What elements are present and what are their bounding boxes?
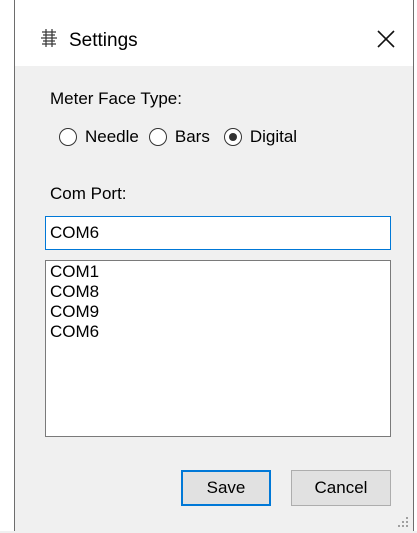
window-title: Settings: [69, 30, 138, 51]
radio-bars-circle: [148, 128, 167, 146]
com-port-label: Com Port:: [50, 184, 127, 203]
close-button[interactable]: [369, 22, 403, 56]
com-port-list[interactable]: COM1 COM8 COM9 COM6: [45, 260, 391, 437]
close-icon: [377, 30, 395, 48]
com-port-input[interactable]: COM6: [45, 216, 391, 250]
radio-selected-dot: [228, 133, 237, 141]
radio-bars[interactable]: Bars: [148, 127, 210, 147]
radio-needle-label: Needle: [85, 127, 139, 146]
background-window-edge: [0, 0, 15, 531]
title-bar[interactable]: Settings: [15, 0, 413, 66]
list-item[interactable]: COM1: [46, 262, 390, 282]
radio-needle[interactable]: Needle: [59, 127, 139, 147]
radio-digital[interactable]: Digital: [223, 127, 298, 147]
radio-bars-label: Bars: [174, 127, 210, 146]
save-button[interactable]: Save: [181, 470, 271, 506]
list-item[interactable]: COM8: [46, 282, 390, 302]
radio-digital-circle: [223, 128, 242, 146]
radio-needle-circle: [59, 128, 77, 146]
meter-face-radio-group: Needle Bars Digital: [59, 127, 307, 147]
cancel-button[interactable]: Cancel: [291, 470, 391, 506]
list-item[interactable]: COM6: [46, 322, 390, 342]
radio-digital-label: Digital: [249, 127, 298, 146]
meter-face-type-label: Meter Face Type:: [50, 89, 182, 108]
list-item[interactable]: COM9: [46, 302, 390, 322]
settings-app-icon: [39, 28, 59, 48]
resize-grip-icon[interactable]: [397, 515, 409, 527]
settings-dialog: Settings Meter Face Type: Needle Bars Di…: [14, 0, 414, 531]
